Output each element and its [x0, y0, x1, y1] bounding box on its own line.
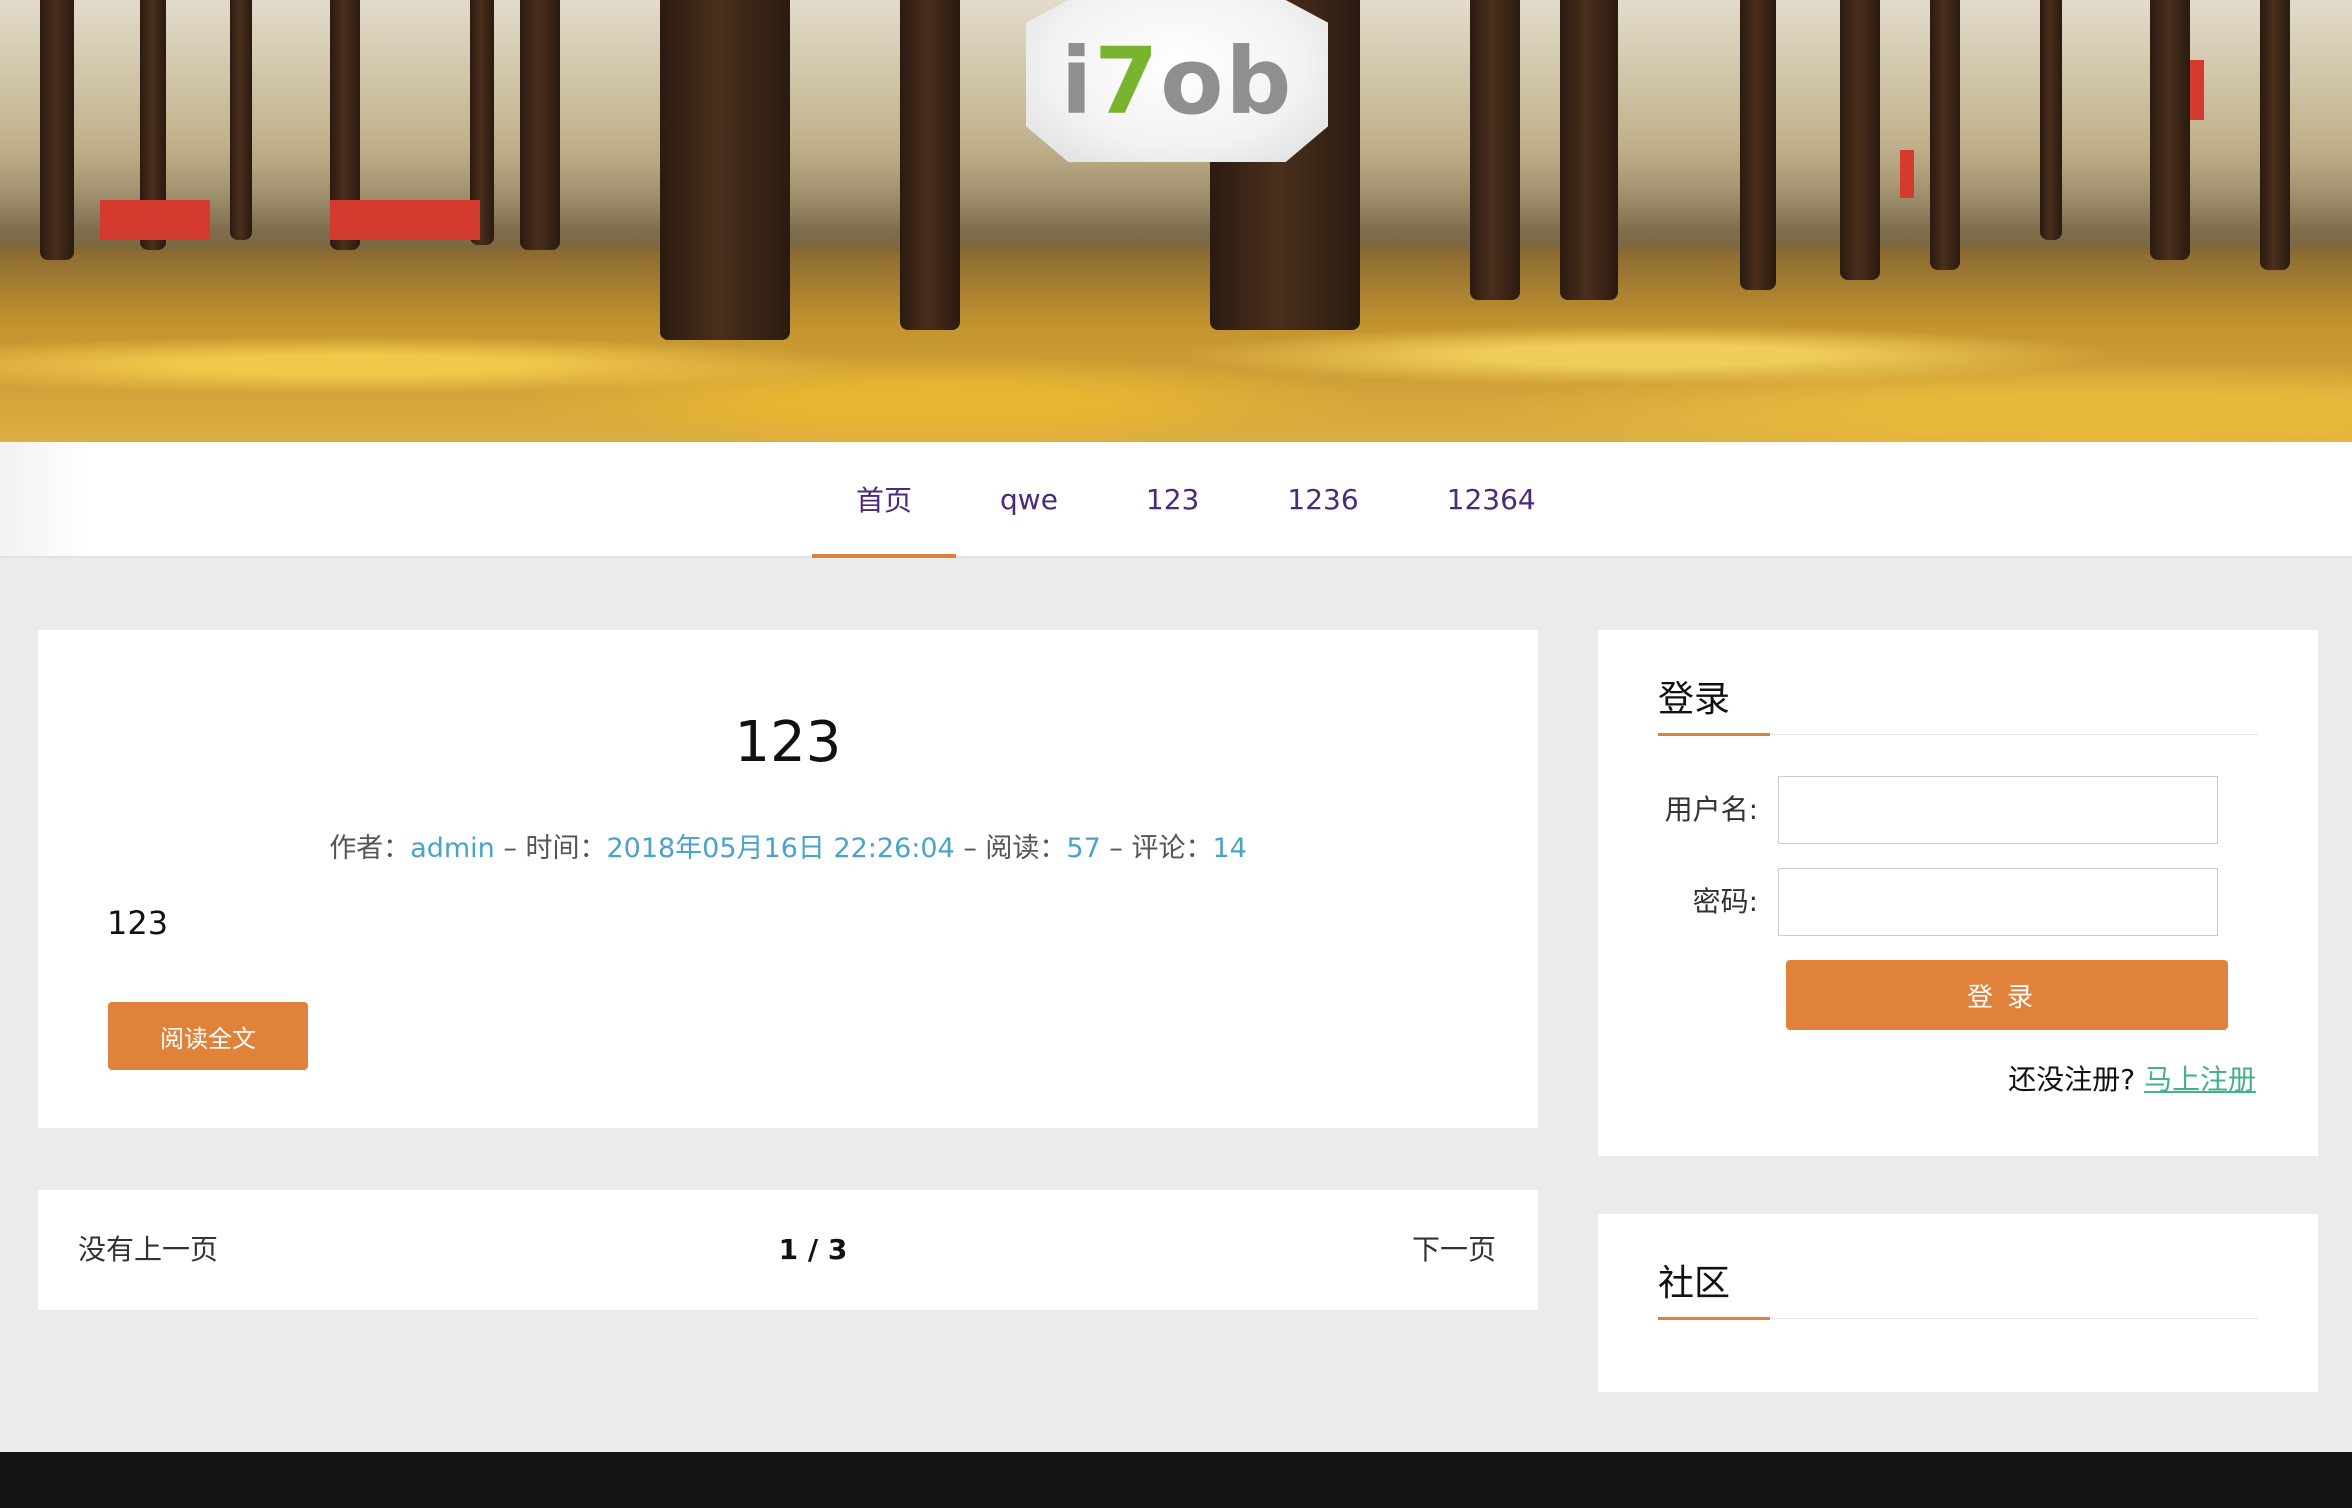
login-widget: 登录 用户名: 密码: 登录 还没注册? 马上注册 — [1598, 630, 2318, 1156]
pagination: 没有上一页 1 / 3 下一页 — [38, 1190, 1538, 1310]
tree-trunk — [40, 0, 74, 260]
main-nav: 首页 qwe 123 1236 12364 — [0, 442, 2352, 558]
post-time: 2018年05月16日 22:26:04 — [606, 833, 955, 864]
meta-separator: – — [1100, 833, 1132, 864]
post-meta: 作者：admin – 时间：2018年05月16日 22:26:04 – 阅读：… — [38, 826, 1538, 865]
register-prompt: 还没注册? — [2008, 1063, 2136, 1096]
nav-item-12364[interactable]: 12364 — [1403, 442, 1580, 556]
tree-trunk — [1470, 0, 1520, 300]
red-flag — [100, 200, 210, 240]
pager-next-link[interactable]: 下一页 — [1412, 1190, 1496, 1310]
author-link[interactable]: admin — [410, 833, 495, 864]
read-more-button[interactable]: 阅读全文 — [108, 1002, 308, 1070]
site-logo[interactable]: i7ob — [1026, 0, 1328, 162]
tree-trunk — [1840, 0, 1880, 280]
red-flag — [2190, 60, 2204, 120]
nav-list: 首页 qwe 123 1236 12364 — [812, 442, 1580, 558]
password-input[interactable] — [1778, 868, 2218, 936]
register-line: 还没注册? 马上注册 — [2008, 1058, 2256, 1098]
tree-trunk — [2260, 0, 2290, 270]
nav-item-qwe[interactable]: qwe — [956, 442, 1102, 556]
community-title: 社区 — [1658, 1263, 1731, 1304]
login-title: 登录 — [1658, 679, 1731, 720]
logo-text: i7ob — [1060, 27, 1294, 135]
hero-leaf-ground — [0, 250, 2352, 442]
tree-trunk — [900, 0, 960, 330]
meta-separator: – — [954, 833, 986, 864]
register-link[interactable]: 马上注册 — [2144, 1063, 2256, 1096]
username-label: 用户名: — [1664, 793, 1758, 826]
nav-item-1236[interactable]: 1236 — [1243, 442, 1402, 556]
widget-divider-accent — [1658, 733, 1770, 736]
author-label: 作者： — [329, 833, 411, 864]
time-label: 时间： — [525, 833, 607, 864]
widget-divider-accent — [1658, 1317, 1770, 1320]
post-title[interactable]: 123 — [38, 710, 1538, 775]
nav-item-123[interactable]: 123 — [1102, 442, 1243, 556]
comments-count[interactable]: 14 — [1212, 833, 1246, 864]
reads-label: 阅读： — [985, 833, 1067, 864]
reads-count: 57 — [1066, 833, 1101, 864]
tree-trunk — [2150, 0, 2190, 260]
red-flag — [330, 200, 480, 240]
red-flag — [1900, 150, 1914, 198]
site-footer — [0, 1452, 2352, 1508]
tree-trunk — [1740, 0, 1776, 290]
tree-trunk — [1560, 0, 1618, 300]
hero-banner: i7ob — [0, 0, 2352, 442]
post-excerpt: 123 — [107, 904, 169, 942]
tree-trunk — [2040, 0, 2062, 240]
nav-item-home[interactable]: 首页 — [812, 442, 957, 558]
tree-trunk — [230, 0, 252, 240]
meta-separator: – — [494, 833, 526, 864]
password-label: 密码: — [1692, 885, 1758, 918]
login-button[interactable]: 登录 — [1786, 960, 2228, 1030]
username-input[interactable] — [1778, 776, 2218, 844]
tree-trunk — [660, 0, 790, 340]
community-widget: 社区 — [1598, 1214, 2318, 1392]
tree-trunk — [1930, 0, 1960, 270]
pager-page-indicator: 1 / 3 — [778, 1233, 848, 1266]
comments-label: 评论： — [1131, 833, 1213, 864]
post-card: 123 作者：admin – 时间：2018年05月16日 22:26:04 –… — [38, 630, 1538, 1128]
tree-trunk — [520, 0, 560, 250]
